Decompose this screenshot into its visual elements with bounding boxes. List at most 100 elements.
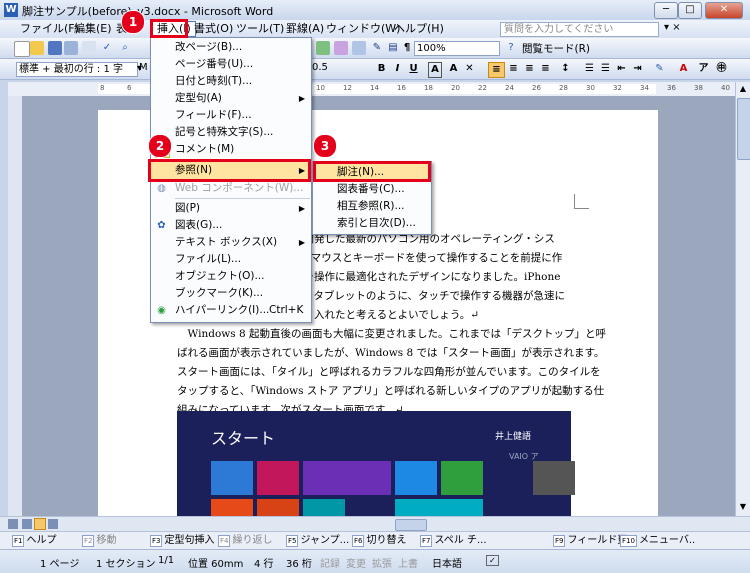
align-justify-icon[interactable]: ≡ [488, 62, 505, 78]
char-shading-icon[interactable]: A [446, 62, 461, 76]
fkey-label: 繰り返し [232, 535, 273, 546]
normal-view-icon[interactable] [8, 519, 18, 529]
research-icon[interactable]: ⌕ [118, 41, 132, 55]
outline-view-icon[interactable] [48, 519, 58, 529]
help-icon[interactable]: ? [504, 41, 518, 55]
font-color-icon[interactable]: A [676, 62, 691, 76]
columns-icon[interactable] [352, 41, 366, 55]
menu-item-picture[interactable]: 図(P) ▶ [151, 200, 311, 217]
style-select[interactable]: 標準 + 最初の行 : 1 字 [16, 62, 138, 77]
menu-item-autotext[interactable]: 定型句(A) ▶ [151, 90, 311, 107]
line-spacing-icon[interactable]: ↕ [558, 62, 573, 76]
fkey-f2[interactable]: F2 移動 [82, 534, 116, 548]
menu-item-text-box[interactable]: テキスト ボックス(X) ▶ [151, 234, 311, 251]
close-document-icon[interactable]: ▾ × [664, 22, 681, 33]
menu-item-diagram[interactable]: ✿ 図表(G)... [151, 217, 311, 234]
enclosed-char-icon[interactable]: ㊥ [714, 62, 729, 76]
fkey-f9[interactable]: F9 フィールド更 [553, 534, 627, 548]
horizontal-ruler[interactable]: 8642246810121416182022242628303234363840 [8, 82, 743, 97]
document-area[interactable]: フトが開発した最新のパソコン用のオペレーティング・シス ws は、マウスとキーボ… [22, 96, 735, 516]
menu-item-object[interactable]: オブジェクト(O)... [151, 268, 311, 285]
menu-tools[interactable]: ツール(T) [232, 22, 288, 36]
menu-item-hyperlink[interactable]: ◉ ハイパーリンク(I)... Ctrl+K [151, 302, 311, 319]
align-center-icon[interactable]: ≡ [506, 62, 521, 76]
hscroll-thumb[interactable] [395, 519, 427, 531]
phonetic-guide-icon[interactable]: ア [696, 62, 711, 76]
menu-item-symbol[interactable]: 記号と特殊文字(S)... [151, 124, 311, 141]
vertical-ruler[interactable] [8, 96, 22, 516]
status-record[interactable]: 記録 [320, 555, 340, 570]
open-icon[interactable] [30, 41, 44, 55]
spelling-icon[interactable]: ✓ [100, 41, 114, 55]
minimize-button[interactable]: ─ [654, 2, 678, 19]
fkey-f5[interactable]: F5 ジャンプ... [286, 534, 349, 548]
reading-mode-button[interactable]: 閲覧モード(R) [522, 41, 590, 56]
menu-item-date-time[interactable]: 日付と時刻(T)... [151, 73, 311, 90]
size-select-partial[interactable]: 0.5 [312, 62, 328, 73]
fkey-f6[interactable]: F6 切り替え [352, 534, 406, 548]
status-section: 1 セクション [96, 559, 156, 570]
drawing-icon[interactable]: ✎ [370, 41, 384, 55]
submenu-item-index-toc[interactable]: 索引と目次(D)... [313, 215, 431, 232]
status-track-changes[interactable]: 変更 [346, 555, 366, 570]
underline-button[interactable]: U [406, 62, 421, 76]
spelling-status-icon[interactable]: ✓ [486, 555, 499, 566]
insert-excel-icon[interactable] [334, 41, 348, 55]
permission-icon[interactable] [64, 41, 78, 55]
new-document-icon[interactable] [14, 41, 30, 57]
char-scale-icon[interactable]: ✕ [462, 62, 477, 76]
bullets-icon[interactable]: ☰ [598, 62, 613, 76]
web-layout-icon[interactable] [22, 519, 32, 529]
menu-item-file[interactable]: ファイル(L)... [151, 251, 311, 268]
status-extend[interactable]: 拡張 [372, 555, 392, 570]
fkey-f7[interactable]: F7 スペル チ... [420, 534, 487, 548]
fkey-f1[interactable]: F1 ヘルプ [12, 534, 56, 548]
menu-item-comment[interactable]: コメント(M) [151, 141, 311, 158]
close-button[interactable]: ✕ [705, 2, 743, 19]
save-icon[interactable] [48, 41, 62, 55]
increase-indent-icon[interactable]: ⇥ [630, 62, 645, 76]
menu-help[interactable]: ヘルプ(H) [390, 22, 448, 36]
menu-item-page-break[interactable]: 改ページ(B)... [151, 39, 311, 56]
status-overtype[interactable]: 上書 [398, 555, 418, 570]
menu-item-field[interactable]: フィールド(F)... [151, 107, 311, 124]
menu-item-bookmark[interactable]: ブックマーク(K)... [151, 285, 311, 302]
print-layout-icon[interactable] [34, 518, 46, 530]
help-search-input[interactable]: 質問を入力してください [500, 22, 659, 37]
bold-button[interactable]: B [374, 62, 389, 76]
menu-edit[interactable]: 編集(E) [70, 22, 116, 36]
document-map-icon[interactable]: ▤ [386, 41, 400, 55]
submenu-item-cross-reference[interactable]: 相互参照(R)... [313, 198, 431, 215]
char-border-icon[interactable]: A [428, 62, 442, 78]
horizontal-scrollbar[interactable] [0, 516, 750, 532]
ruler-tick-label: 36 [667, 84, 676, 92]
print-icon[interactable] [82, 41, 96, 55]
fkey-label: 定型句挿入 [164, 535, 215, 546]
scroll-up-icon[interactable]: ▲ [737, 84, 749, 96]
italic-button[interactable]: I [390, 62, 405, 76]
fkey-f4[interactable]: F4 繰り返し [218, 534, 272, 548]
show-hide-icon[interactable]: ¶ [400, 41, 414, 55]
maximize-button[interactable]: □ [678, 2, 702, 19]
numbering-icon[interactable]: ☰ [582, 62, 597, 76]
distribute-icon[interactable]: ≡ [538, 62, 553, 76]
fkey-number: F2 [82, 535, 95, 547]
word-app-icon[interactable]: W [4, 3, 18, 17]
scroll-down-icon[interactable]: ▼ [737, 502, 749, 514]
fkey-f10[interactable]: F10 メニューバ.. [620, 534, 695, 548]
scroll-thumb[interactable] [737, 98, 750, 160]
font-select-partial[interactable]: M [139, 62, 148, 73]
vertical-scrollbar[interactable]: ▲ ▼ [735, 82, 750, 516]
menu-item-page-number[interactable]: ページ番号(U)... [151, 56, 311, 73]
insert-table-icon[interactable] [316, 41, 330, 55]
zoom-select[interactable]: 100% [414, 41, 500, 56]
align-right-icon[interactable]: ≡ [522, 62, 537, 76]
ie-tile [395, 461, 437, 495]
decrease-indent-icon[interactable]: ⇤ [614, 62, 629, 76]
fkey-f3[interactable]: F3 定型句挿入 [150, 534, 214, 548]
diagram-icon: ✿ [157, 220, 166, 231]
menu-format[interactable]: 書式(O) [190, 22, 237, 36]
highlight-icon[interactable]: ✎ [652, 62, 667, 76]
submenu-item-caption[interactable]: 図表番号(C)... [313, 181, 431, 198]
status-bar: 1 ページ 1 セクション 1/1 位置 60mm 4 行 36 桁 記録 変更… [0, 549, 750, 573]
